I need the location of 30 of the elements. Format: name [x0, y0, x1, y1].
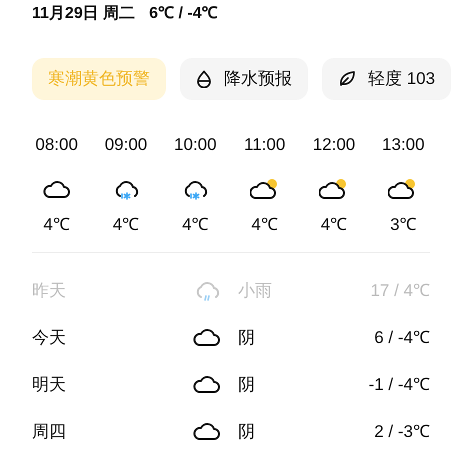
day-label: 今天: [32, 326, 67, 349]
condition-text: 小雨: [238, 280, 272, 302]
hour-temperature: 4℃: [251, 214, 278, 236]
day-label: 周四: [32, 420, 67, 443]
hour-label: 10:00: [174, 134, 217, 156]
air-quality-chip[interactable]: 轻度 103: [322, 58, 452, 100]
condition-text: 阴: [238, 326, 255, 349]
leaf-icon: [338, 70, 356, 88]
temperature-range: -1 / -4℃: [368, 374, 430, 396]
day-label: 明天: [32, 374, 67, 396]
hour-temperature: 3℃: [390, 214, 417, 236]
temperature-range: 6℃ / -4℃: [149, 4, 218, 24]
hour-label: 13:00: [382, 134, 425, 156]
hour-label: 09:00: [104, 134, 148, 156]
condition-text: 阴: [238, 420, 255, 443]
hour-temperature: 4℃: [112, 214, 140, 236]
precipitation-chip[interactable]: 降水预报: [180, 58, 308, 100]
day-label: 昨天: [32, 280, 67, 302]
hour-temperature: 4℃: [182, 214, 209, 236]
drop-icon: [196, 70, 212, 88]
hour-label: 08:00: [35, 134, 78, 156]
temperature-range: 6 / -4℃: [374, 326, 430, 349]
date-text: 11月29日 周二: [32, 4, 136, 24]
temperature-range: 2 / -3℃: [374, 420, 430, 443]
hour-label: 11:00: [244, 134, 286, 156]
hour-temperature: 4℃: [43, 214, 70, 236]
temperature-range: 17 / 4℃: [370, 280, 430, 302]
hour-label: 12:00: [312, 134, 356, 156]
hour-temperature: 4℃: [320, 214, 348, 236]
condition-text: 阴: [238, 374, 255, 396]
